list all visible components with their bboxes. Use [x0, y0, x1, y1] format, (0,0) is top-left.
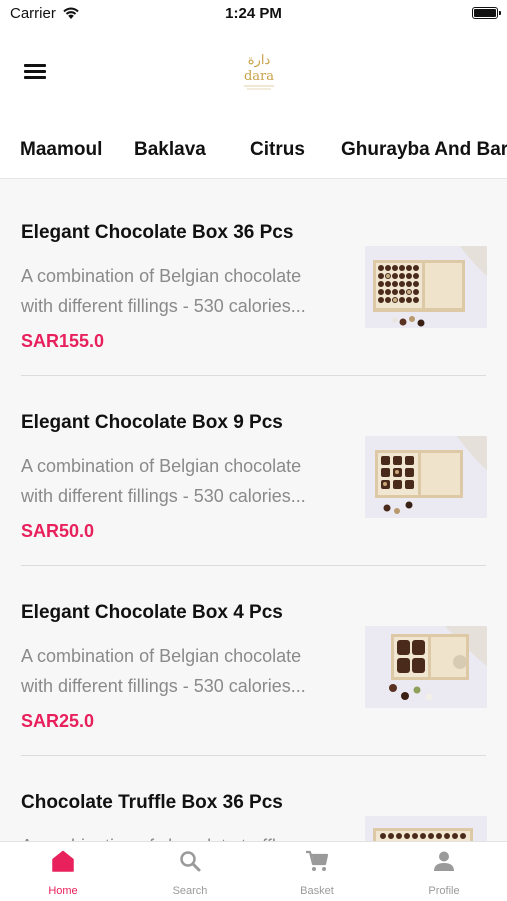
product-image [365, 816, 487, 841]
product-description: A combination of Belgian chocolate with … [21, 646, 306, 696]
category-tab-citrus[interactable]: Citrus [250, 139, 305, 161]
tab-label: Profile [428, 885, 460, 897]
product-card[interactable]: Chocolate Truffle Box 36 Pcs A combinati… [0, 749, 507, 841]
product-title: Elegant Chocolate Box 36 Pcs [21, 222, 294, 243]
battery-icon [472, 7, 501, 19]
product-card[interactable]: Elegant Chocolate Box 4 Pcs A combinatio… [0, 559, 507, 756]
product-title: Chocolate Truffle Box 36 Pcs [21, 792, 283, 813]
logo-text: dara [244, 69, 274, 84]
home-icon [52, 850, 74, 872]
product-image [365, 246, 487, 328]
profile-icon [434, 851, 454, 871]
dara-logo: دارة dara [244, 53, 274, 90]
tab-label: Search [172, 885, 208, 897]
app-header: دارة dara [0, 28, 507, 118]
category-tab-baklava[interactable]: Baklava [134, 139, 206, 161]
cart-icon [306, 850, 329, 871]
product-card[interactable]: Elegant Chocolate Box 36 Pcs A combinati… [0, 179, 507, 376]
product-price: SAR50.0 [21, 521, 95, 541]
tab-search[interactable]: Search [127, 842, 253, 901]
product-price: SAR25.0 [21, 711, 95, 731]
product-description: A combination of chocolate truffle [21, 831, 346, 841]
product-image [365, 436, 487, 518]
tab-label: Home [48, 885, 78, 897]
product-price: SAR155.0 [21, 331, 105, 351]
product-title: Elegant Chocolate Box 9 Pcs [21, 412, 283, 433]
tab-label: Basket [300, 885, 334, 897]
product-title: Elegant Chocolate Box 4 Pcs [21, 602, 283, 623]
tab-home[interactable]: Home [0, 842, 126, 901]
category-tabs: Maamoul Baklava Citrus Ghurayba And Bar [0, 125, 507, 177]
tab-basket[interactable]: Basket [254, 842, 380, 901]
status-time: 1:24 PM [225, 5, 282, 22]
product-card[interactable]: Elegant Chocolate Box 9 Pcs A combinatio… [0, 369, 507, 566]
menu-button[interactable] [24, 62, 48, 80]
category-tab-maamoul[interactable]: Maamoul [20, 139, 102, 161]
product-list[interactable]: Elegant Chocolate Box 36 Pcs A combinati… [0, 179, 507, 841]
product-description: A combination of Belgian chocolate with … [21, 266, 306, 316]
product-image [365, 626, 487, 708]
product-description: A combination of Belgian chocolate with … [21, 456, 306, 506]
bottom-tab-bar: Home Search Basket Profile [0, 841, 507, 900]
logo-arabic: دارة [248, 53, 271, 68]
tab-profile[interactable]: Profile [381, 842, 507, 901]
search-icon [180, 851, 201, 872]
status-bar: Carrier 1:24 PM [0, 0, 507, 28]
category-tab-ghurayba[interactable]: Ghurayba And Bar [341, 139, 507, 161]
